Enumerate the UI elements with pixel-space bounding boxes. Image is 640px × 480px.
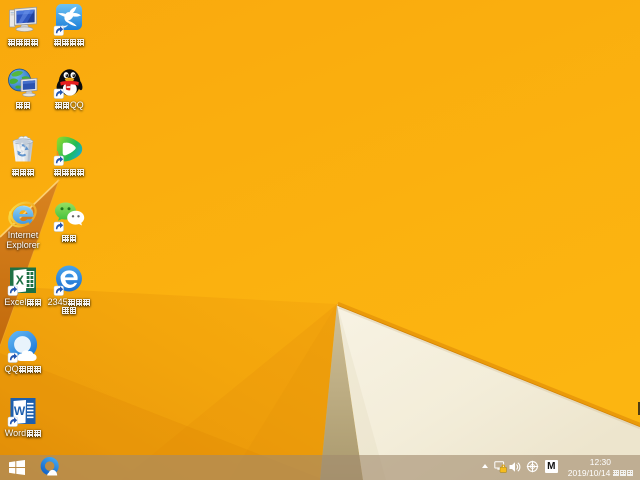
svg-text:W: W	[14, 404, 26, 418]
svg-text:X: X	[16, 274, 25, 288]
